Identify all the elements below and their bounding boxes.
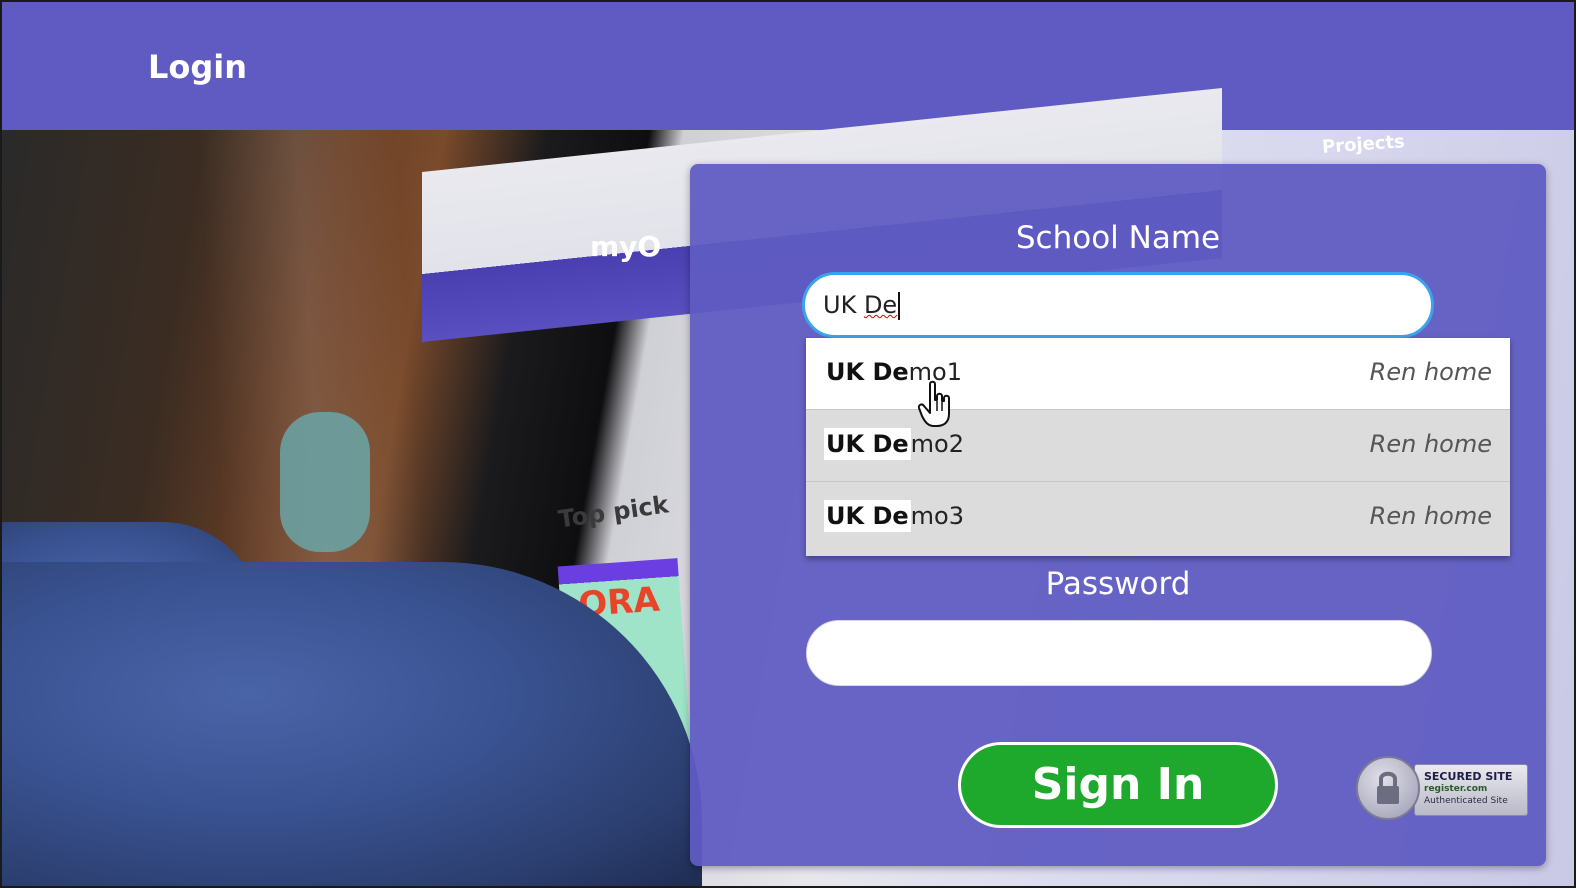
school-name-input[interactable]: UK De xyxy=(802,272,1434,338)
suggestion-rest: mo3 xyxy=(910,502,964,530)
lock-icon xyxy=(1356,756,1420,820)
seal-caption: Authenticated Site xyxy=(1424,796,1508,806)
suggestion-meta: Ren home xyxy=(1369,502,1492,530)
suggestion-meta: Ren home xyxy=(1369,430,1492,458)
school-name-typed-misspelled: De xyxy=(863,291,898,319)
sign-in-button[interactable]: Sign In xyxy=(958,742,1278,828)
padlock-glyph xyxy=(1377,771,1399,804)
suggestion-item[interactable]: UK Demo3 Ren home xyxy=(806,482,1510,554)
password-label: Password xyxy=(1045,566,1191,602)
school-name-label: School Name xyxy=(1015,220,1221,256)
suggestion-match: UK De xyxy=(826,358,909,386)
school-name-typed-text: UK xyxy=(823,291,864,319)
background-logo-text: myO xyxy=(590,230,662,263)
suggestion-item[interactable]: UK Demo1 Ren home xyxy=(806,338,1510,410)
suggestion-match: UK De xyxy=(824,428,911,460)
password-input[interactable] xyxy=(806,620,1432,686)
header-bar: Login xyxy=(2,2,1574,130)
suggestion-item[interactable]: UK Demo2 Ren home xyxy=(806,410,1510,482)
text-caret xyxy=(898,292,901,320)
seal-title: SECURED SITE xyxy=(1424,770,1513,783)
background-object xyxy=(280,412,370,552)
suggestion-name: UK Demo3 xyxy=(824,500,964,532)
suggestion-match: UK De xyxy=(824,500,911,532)
hand-pointer-icon xyxy=(918,380,950,427)
suggestion-name: UK Demo2 xyxy=(824,428,964,460)
suggestion-rest: mo2 xyxy=(910,430,964,458)
page-title: Login xyxy=(148,48,248,86)
secured-site-seal[interactable]: SECURED SITE register.com Authenticated … xyxy=(1356,756,1528,820)
suggestion-meta: Ren home xyxy=(1369,358,1492,386)
seal-provider: register.com xyxy=(1424,784,1488,794)
school-suggestions-dropdown: UK Demo1 Ren home UK Demo2 Ren home UK D… xyxy=(806,338,1510,556)
